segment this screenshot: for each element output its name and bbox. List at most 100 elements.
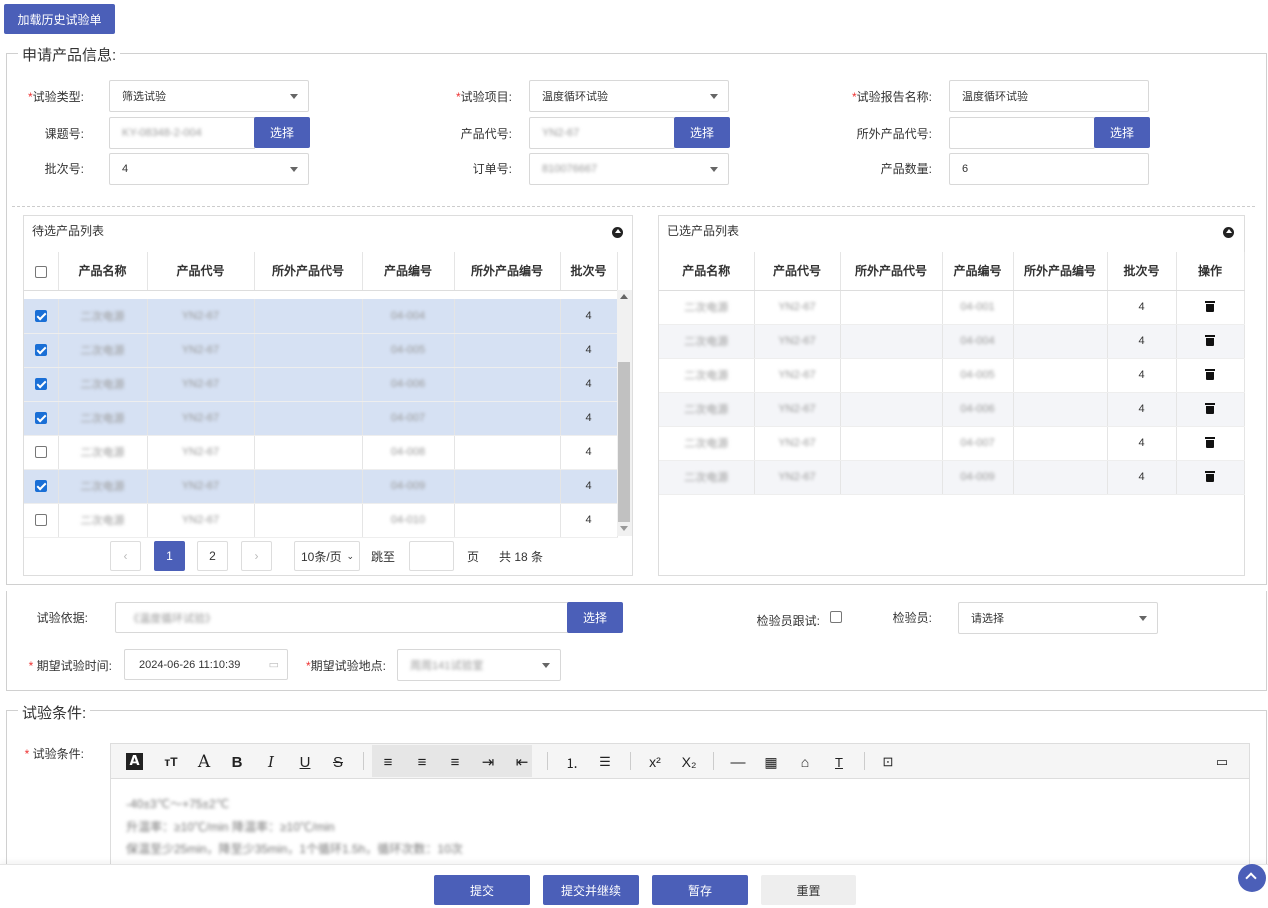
trash-icon[interactable] xyxy=(1205,300,1215,312)
row-checkbox[interactable] xyxy=(34,344,47,357)
cell-action[interactable] xyxy=(1176,392,1245,427)
row-checkbox[interactable] xyxy=(34,378,47,391)
submit-button[interactable]: 提交 xyxy=(434,875,530,905)
project-no-select-button[interactable]: 选择 xyxy=(254,117,310,148)
cell-code: YN2-67 xyxy=(754,426,841,461)
superscript-icon[interactable]: x² xyxy=(644,751,666,773)
trash-icon[interactable] xyxy=(1205,334,1215,346)
prev-page-button[interactable]: ‹ xyxy=(110,541,141,571)
select-all-checkbox[interactable] xyxy=(34,265,47,278)
row-checkbox-cell[interactable] xyxy=(24,503,59,538)
table-row[interactable]: 二次电源 YN2-67 04-005 4 xyxy=(24,333,618,368)
table-row[interactable]: 二次电源 YN2-67 04-010 4 xyxy=(24,503,618,538)
row-checkbox-cell[interactable] xyxy=(24,333,59,368)
row-checkbox-cell[interactable] xyxy=(24,401,59,436)
page-size-select[interactable]: 10条/页 ⌄ xyxy=(294,541,360,571)
select-all-header[interactable] xyxy=(24,252,59,291)
ext-code-select-button[interactable]: 选择 xyxy=(1094,117,1150,148)
row-checkbox-cell[interactable] xyxy=(24,435,59,470)
back-to-top-button[interactable] xyxy=(1238,864,1266,892)
underline-icon[interactable]: U xyxy=(294,751,316,773)
table-row[interactable]: 二次电源 YN2-67 04-009 4 xyxy=(24,469,618,504)
bold-icon[interactable]: B xyxy=(226,751,248,773)
table-row[interactable]: 二次电源 YN2-67 04-006 4 xyxy=(24,367,618,402)
scroll-down-arrow-icon[interactable] xyxy=(620,526,628,531)
table-row[interactable]: 二次电源 YN2-67 04-004 4 xyxy=(24,299,618,334)
product-code-input[interactable]: YN2-67 xyxy=(529,117,675,149)
next-page-button[interactable]: › xyxy=(241,541,272,571)
save-draft-button[interactable]: 暂存 xyxy=(652,875,748,905)
place-select[interactable]: 周周141试验室 xyxy=(397,649,561,681)
project-no-input[interactable]: KY-08348-2-004 xyxy=(109,117,255,149)
order-select[interactable]: 810076667 xyxy=(529,153,729,185)
table-row[interactable]: 二次电源 YN2-67 04-008 4 xyxy=(24,435,618,470)
row-checkbox-cell[interactable] xyxy=(24,367,59,402)
font-size-icon[interactable]: тT xyxy=(160,751,182,773)
collapse-up-icon[interactable] xyxy=(1223,227,1234,238)
horizontal-rule-icon[interactable]: — xyxy=(727,751,749,773)
align-center-icon[interactable]: ≡ xyxy=(411,751,433,773)
cell-action[interactable] xyxy=(1176,426,1245,461)
fullscreen-icon[interactable]: ▭ xyxy=(1211,751,1233,773)
cell-action[interactable] xyxy=(1176,460,1245,495)
align-right-icon[interactable]: ≡ xyxy=(444,751,466,773)
strikethrough-icon[interactable]: S xyxy=(327,751,349,773)
font-color-icon[interactable]: A xyxy=(126,753,143,770)
indent-icon[interactable]: ⇥ xyxy=(477,751,499,773)
table-row[interactable]: 二次电源 YN2-67 04-007 4 xyxy=(24,401,618,436)
paint-format-icon[interactable]: ⌂ xyxy=(794,751,816,773)
cell-ext-code xyxy=(254,333,363,368)
scrollbar-thumb[interactable] xyxy=(618,362,630,522)
trash-icon[interactable] xyxy=(1205,436,1215,448)
ext-code-label: 所外产品代号: xyxy=(856,127,932,141)
test-type-select[interactable]: 筛选试验 xyxy=(109,80,309,112)
italic-icon[interactable]: I xyxy=(260,751,282,773)
cell-ext-no xyxy=(454,503,561,538)
inspector-select[interactable]: 请选择 xyxy=(958,602,1158,634)
product-code-select-button[interactable]: 选择 xyxy=(674,117,730,148)
cell-no: 04-009 xyxy=(942,460,1014,495)
page-2-button[interactable]: 2 xyxy=(197,541,228,571)
basis-input[interactable]: 《温度循环试验》 xyxy=(115,602,569,633)
ordered-list-icon[interactable]: ⒈ xyxy=(561,751,583,773)
inspector-follow-checkbox[interactable] xyxy=(830,611,842,623)
submit-continue-button[interactable]: 提交并继续 xyxy=(543,875,639,905)
collapse-up-icon[interactable] xyxy=(612,227,623,238)
jump-page-input[interactable] xyxy=(409,541,454,571)
cell-action[interactable] xyxy=(1176,324,1245,359)
basis-select-button[interactable]: 选择 xyxy=(567,602,623,633)
trash-icon[interactable] xyxy=(1205,402,1215,414)
row-checkbox[interactable] xyxy=(34,309,47,322)
page-1-button[interactable]: 1 xyxy=(154,541,185,571)
clear-format-icon[interactable]: T xyxy=(828,751,850,773)
cell-name: 二次电源 xyxy=(58,299,148,334)
load-history-button[interactable]: 加载历史试验单 xyxy=(4,4,115,34)
row-checkbox-cell[interactable] xyxy=(24,299,59,334)
source-code-icon[interactable]: ⊡ xyxy=(877,751,899,773)
row-checkbox[interactable] xyxy=(34,480,47,493)
subscript-icon[interactable]: X₂ xyxy=(678,751,700,773)
row-checkbox-cell[interactable] xyxy=(24,469,59,504)
trash-icon[interactable] xyxy=(1205,368,1215,380)
outdent-icon[interactable]: ⇤ xyxy=(511,751,533,773)
time-input[interactable]: 2024-06-26 11:10:39 ▭ xyxy=(124,649,288,680)
row-checkbox[interactable] xyxy=(34,514,47,527)
reset-button[interactable]: 重置 xyxy=(761,875,856,905)
col-header: 产品编号 xyxy=(942,252,1014,291)
vertical-scrollbar[interactable] xyxy=(617,290,632,536)
font-family-icon[interactable]: A xyxy=(193,751,215,773)
qty-input[interactable]: 6 xyxy=(949,153,1149,185)
scroll-up-arrow-icon[interactable] xyxy=(620,294,628,299)
ext-code-input[interactable] xyxy=(949,117,1095,149)
batch-select[interactable]: 4 xyxy=(109,153,309,185)
row-checkbox[interactable] xyxy=(34,412,47,425)
table-icon[interactable]: ▦ xyxy=(760,751,782,773)
unordered-list-icon[interactable]: ☰ xyxy=(594,751,616,773)
trash-icon[interactable] xyxy=(1205,470,1215,482)
test-item-select[interactable]: 温度循环试验 xyxy=(529,80,729,112)
cell-action[interactable] xyxy=(1176,358,1245,393)
cell-action[interactable] xyxy=(1176,290,1245,325)
report-name-input[interactable]: 温度循环试验 xyxy=(949,80,1149,112)
align-left-icon[interactable]: ≡ xyxy=(377,751,399,773)
row-checkbox[interactable] xyxy=(34,446,47,459)
